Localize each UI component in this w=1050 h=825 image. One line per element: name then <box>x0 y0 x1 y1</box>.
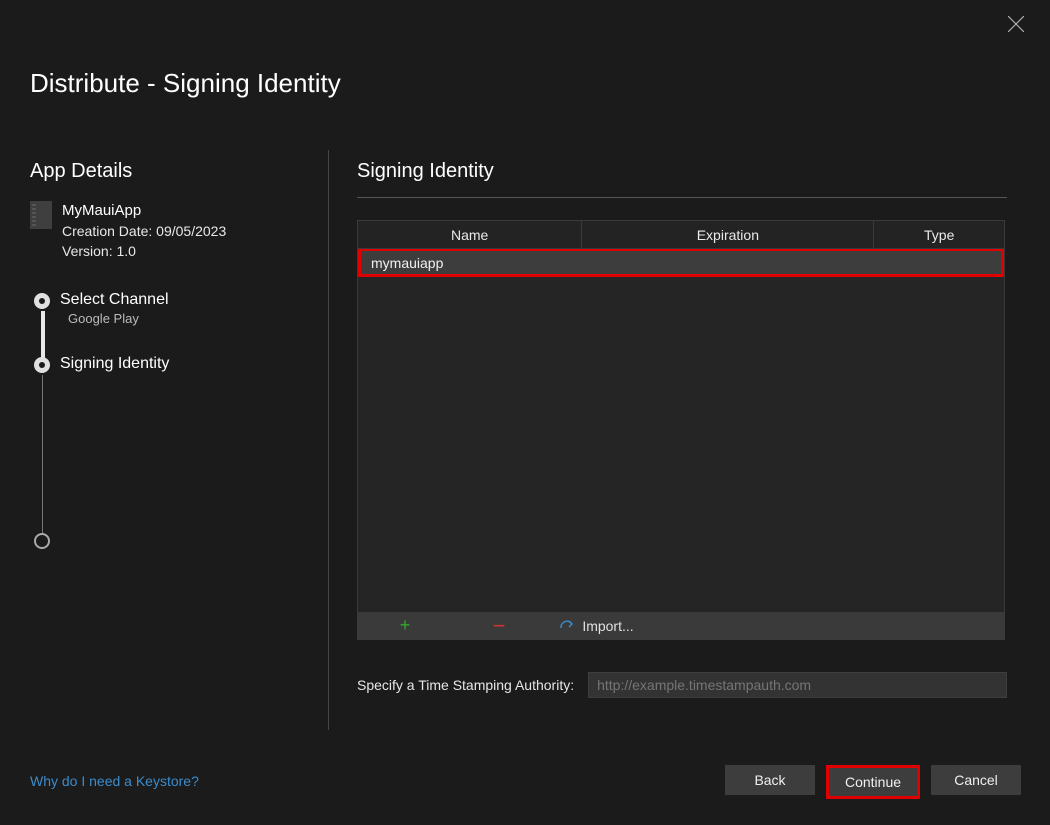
col-header-expiration[interactable]: Expiration <box>582 221 874 248</box>
keystore-help-link[interactable]: Why do I need a Keystore? <box>30 773 199 789</box>
table-empty-area <box>358 277 1004 612</box>
right-panel: Signing Identity Name Expiration Type my… <box>357 160 1007 698</box>
app-summary: MyMauiApp Creation Date: 09/05/2023 Vers… <box>30 201 315 261</box>
wizard-steps: Select Channel Google Play Signing Ident… <box>34 291 315 577</box>
import-button[interactable]: Import... <box>546 612 648 639</box>
app-version: Version: 1.0 <box>62 241 226 261</box>
step-subtitle: Google Play <box>68 311 169 326</box>
table-header-row: Name Expiration Type <box>358 221 1004 249</box>
page-title: Distribute - Signing Identity <box>30 68 341 99</box>
cell-name: mymauiapp <box>361 251 453 274</box>
back-button[interactable]: Back <box>725 765 815 795</box>
table-row[interactable]: mymauiapp <box>358 249 1004 277</box>
col-header-type[interactable]: Type <box>874 221 1004 248</box>
identity-table: Name Expiration Type mymauiapp + − Impor… <box>357 220 1005 640</box>
cancel-button[interactable]: Cancel <box>931 765 1021 795</box>
footer-buttons: Back Continue Cancel <box>725 765 1021 799</box>
step-title: Select Channel <box>60 291 169 309</box>
app-details-header: App Details <box>30 160 315 183</box>
timestamp-input[interactable] <box>588 672 1007 698</box>
timestamp-label: Specify a Time Stamping Authority: <box>357 677 574 693</box>
add-button[interactable]: + <box>358 612 452 639</box>
step-connector <box>42 375 43 545</box>
divider <box>357 197 1007 198</box>
step-connector <box>41 311 45 361</box>
step-final <box>34 531 315 577</box>
step-bullet-icon <box>34 533 50 549</box>
step-title: Signing Identity <box>60 355 169 373</box>
remove-button[interactable]: − <box>452 612 546 639</box>
app-name: MyMauiApp <box>62 201 226 221</box>
step-bullet-icon <box>34 357 50 373</box>
left-panel: App Details MyMauiApp Creation Date: 09/… <box>30 160 315 577</box>
step-bullet-icon <box>34 293 50 309</box>
package-icon <box>30 201 52 229</box>
timestamp-row: Specify a Time Stamping Authority: <box>357 672 1007 698</box>
step-signing-identity[interactable]: Signing Identity <box>34 355 315 401</box>
app-creation-date: Creation Date: 09/05/2023 <box>62 221 226 241</box>
step-select-channel[interactable]: Select Channel Google Play <box>34 291 315 337</box>
continue-button[interactable]: Continue <box>826 765 920 799</box>
import-icon <box>560 618 576 634</box>
import-label: Import... <box>582 618 633 634</box>
signing-identity-header: Signing Identity <box>357 160 1007 183</box>
col-header-name[interactable]: Name <box>358 221 582 248</box>
close-button[interactable] <box>1007 15 1025 33</box>
identity-toolbar: + − Import... <box>358 612 1004 639</box>
divider <box>328 150 329 730</box>
